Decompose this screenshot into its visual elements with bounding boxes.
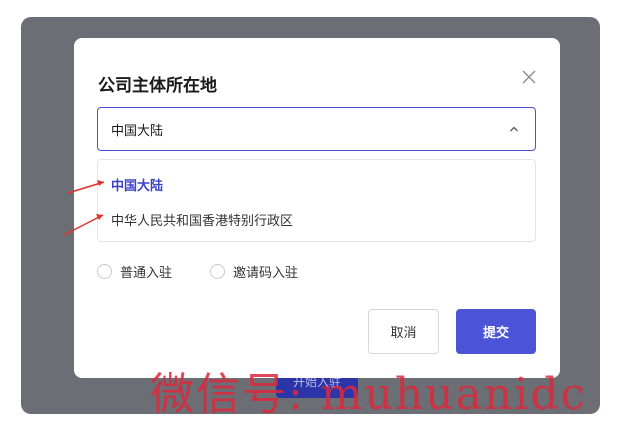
submit-button[interactable]: 提交 [456,309,536,354]
radio-circle [210,263,226,279]
close-icon[interactable] [520,68,538,86]
chevron-up-icon [510,126,518,132]
radio-label: 邀请码入驻 [233,265,299,281]
option-mainland-china[interactable]: 中国大陆 [111,175,163,194]
location-select[interactable]: 中国大陆 [97,107,536,151]
radio-invite-code-onboarding[interactable]: 邀请码入驻 [210,262,298,281]
location-dropdown: 中国大陆 中华人民共和国香港特别行政区 [97,159,536,242]
radio-circle [97,263,112,279]
location-dialog: 公司主体所在地 中国大陆 中国大陆 中华人民共和国香港特别行政区 普通入驻 邀请… [74,38,560,378]
cancel-button[interactable]: 取消 [368,309,439,354]
dialog-title: 公司主体所在地 [98,76,217,96]
screen: 开始入驻 公司主体所在地 中国大陆 中国大陆 中华人民共和国香港特别行政区 普通… [0,0,622,428]
radio-normal-onboarding[interactable]: 普通入驻 [97,262,172,281]
option-hong-kong[interactable]: 中华人民共和国香港特别行政区 [111,210,293,229]
onboarding-type-radios: 普通入驻 邀请码入驻 [97,262,336,281]
location-select-value: 中国大陆 [111,124,164,139]
radio-label: 普通入驻 [120,265,173,281]
